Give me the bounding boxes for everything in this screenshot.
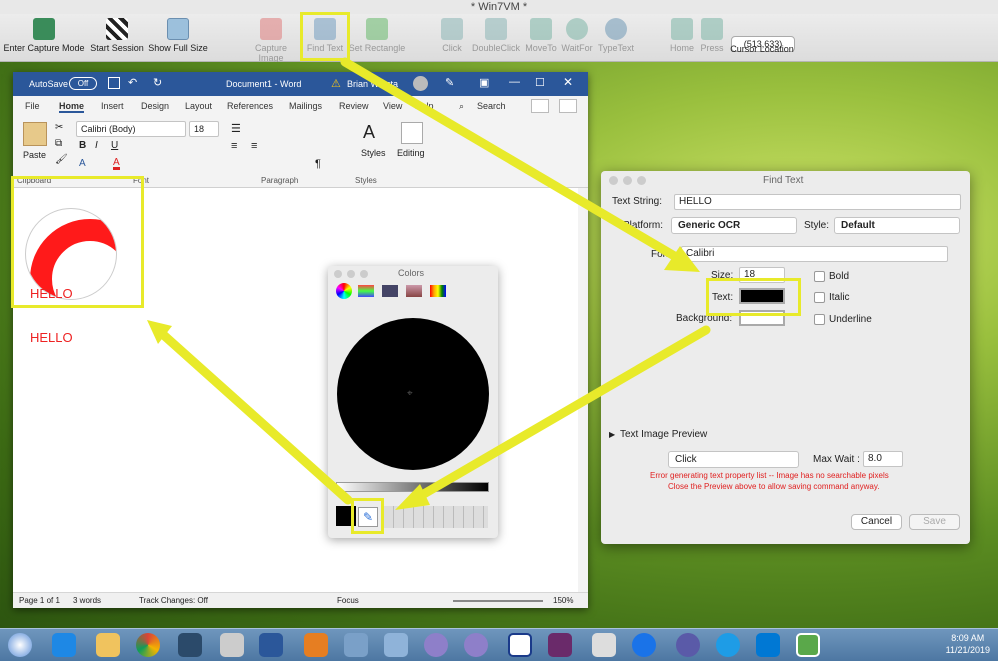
app-icon[interactable] [464, 633, 488, 657]
annotation-arrows [147, 57, 711, 510]
clock[interactable]: 8:09 AM 11/21/2019 [946, 632, 990, 656]
app-icon[interactable] [676, 633, 700, 657]
eggplant-icon[interactable] [796, 633, 820, 657]
app-icon[interactable] [424, 633, 448, 657]
explorer-icon[interactable] [96, 633, 120, 657]
app-icon[interactable] [304, 633, 328, 657]
app-icon[interactable] [384, 633, 408, 657]
chrome-icon[interactable] [136, 633, 160, 657]
app-icon[interactable] [344, 633, 368, 657]
maps-icon[interactable] [632, 633, 656, 657]
app-icon[interactable] [716, 633, 740, 657]
start-button-icon[interactable] [8, 633, 32, 657]
ie-icon[interactable] [52, 633, 76, 657]
word-taskbar-icon[interactable] [259, 633, 283, 657]
app-icon[interactable] [548, 633, 572, 657]
vscode-icon[interactable] [756, 633, 780, 657]
media-player-icon[interactable] [508, 633, 532, 657]
clock-date: 11/21/2019 [945, 645, 990, 655]
windows-taskbar: 8:09 AM 11/21/2019 [0, 628, 998, 661]
clock-time: 8:09 AM [951, 633, 985, 643]
app-icon[interactable] [178, 633, 202, 657]
snipping-tool-icon[interactable] [220, 633, 244, 657]
app-icon[interactable] [592, 633, 616, 657]
